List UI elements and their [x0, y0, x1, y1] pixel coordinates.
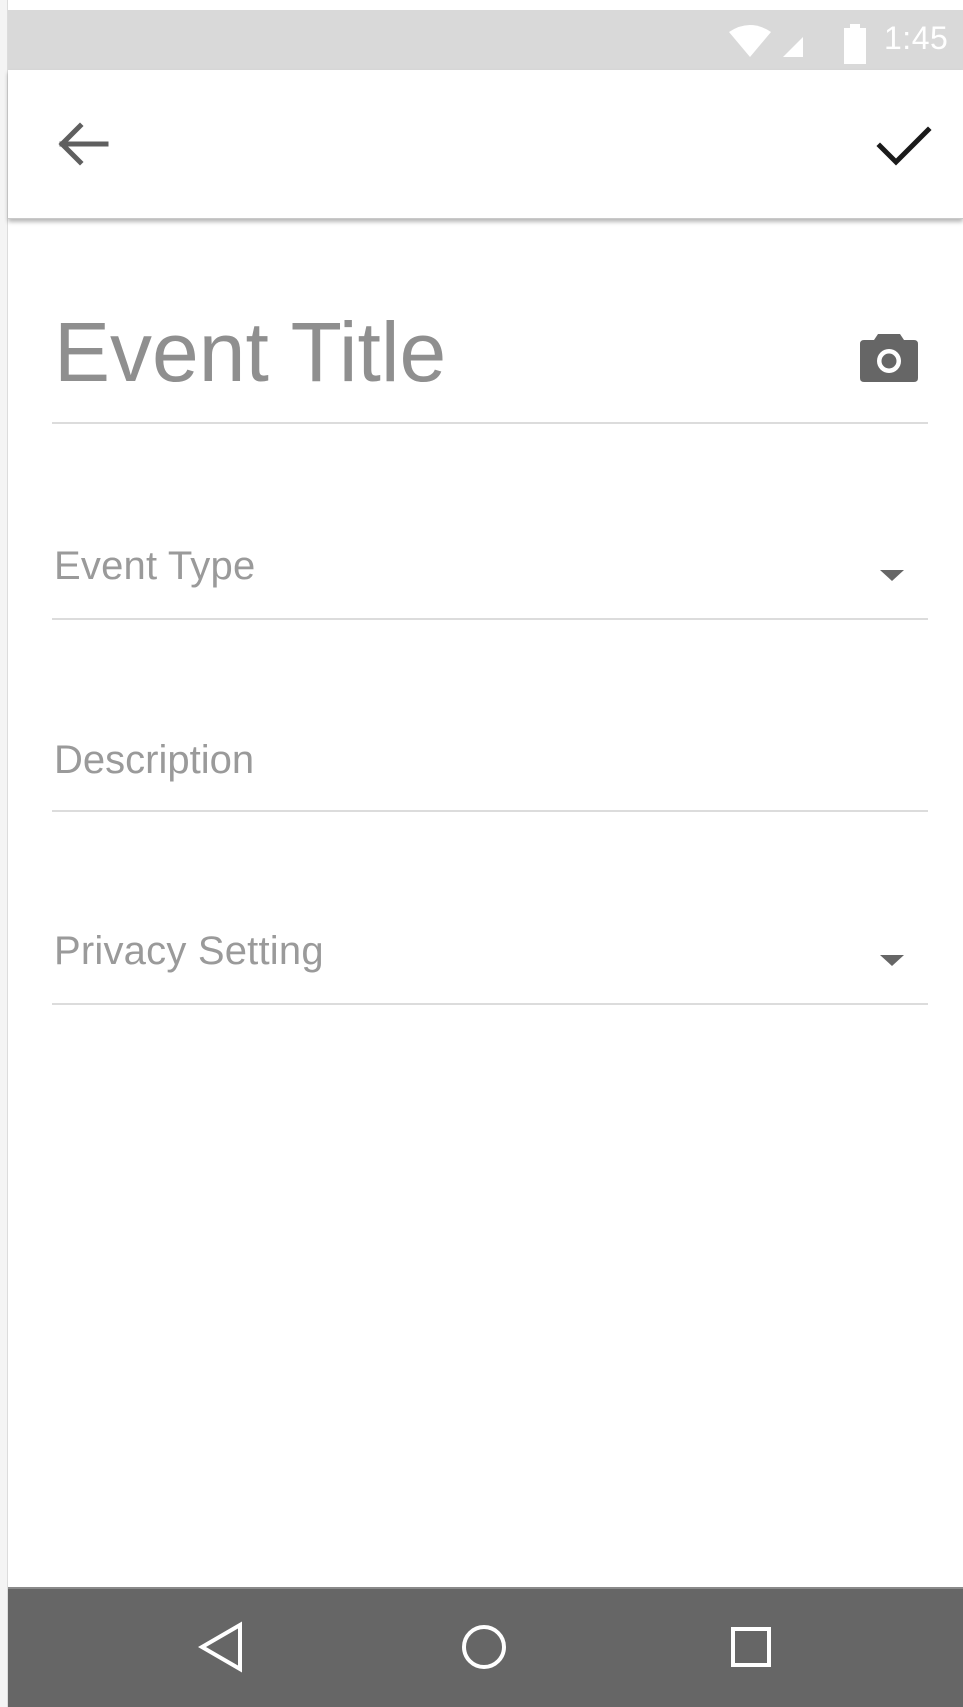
event-type-dropdown[interactable]: Event Type — [52, 520, 928, 620]
dropdown-arrow-icon — [880, 955, 904, 966]
event-title-input[interactable] — [54, 302, 814, 402]
status-time: 1:45 — [884, 20, 949, 56]
arrow-back-icon — [52, 116, 112, 172]
app-bar — [8, 70, 963, 219]
nav-home-button[interactable] — [452, 1615, 516, 1679]
camera-icon — [858, 328, 920, 384]
nav-back-button[interactable] — [190, 1615, 254, 1679]
signal-icon — [782, 36, 804, 58]
battery-icon — [844, 24, 866, 64]
privacy-setting-label: Privacy Setting — [54, 929, 324, 973]
nav-home-icon — [452, 1615, 516, 1679]
description-field — [52, 712, 928, 812]
add-photo-button[interactable] — [858, 328, 920, 384]
nav-back-icon — [190, 1615, 254, 1679]
save-check-button[interactable] — [874, 116, 934, 172]
event-type-label: Event Type — [54, 544, 256, 588]
nav-recents-icon — [719, 1615, 783, 1679]
event-title-field — [52, 270, 928, 424]
dropdown-arrow-icon — [880, 570, 904, 581]
back-button[interactable] — [52, 116, 112, 172]
check-icon — [874, 116, 934, 172]
nav-recents-button[interactable] — [719, 1615, 783, 1679]
system-nav-bar — [8, 1587, 963, 1707]
status-bar: 1:45 — [8, 10, 963, 70]
wifi-icon — [728, 24, 772, 58]
description-input[interactable] — [54, 732, 914, 788]
event-edit-screen: 1:45 Event Title Event Type Description … — [0, 0, 963, 1707]
privacy-setting-dropdown[interactable]: Privacy Setting — [52, 905, 928, 1005]
left-edge — [0, 0, 8, 1707]
